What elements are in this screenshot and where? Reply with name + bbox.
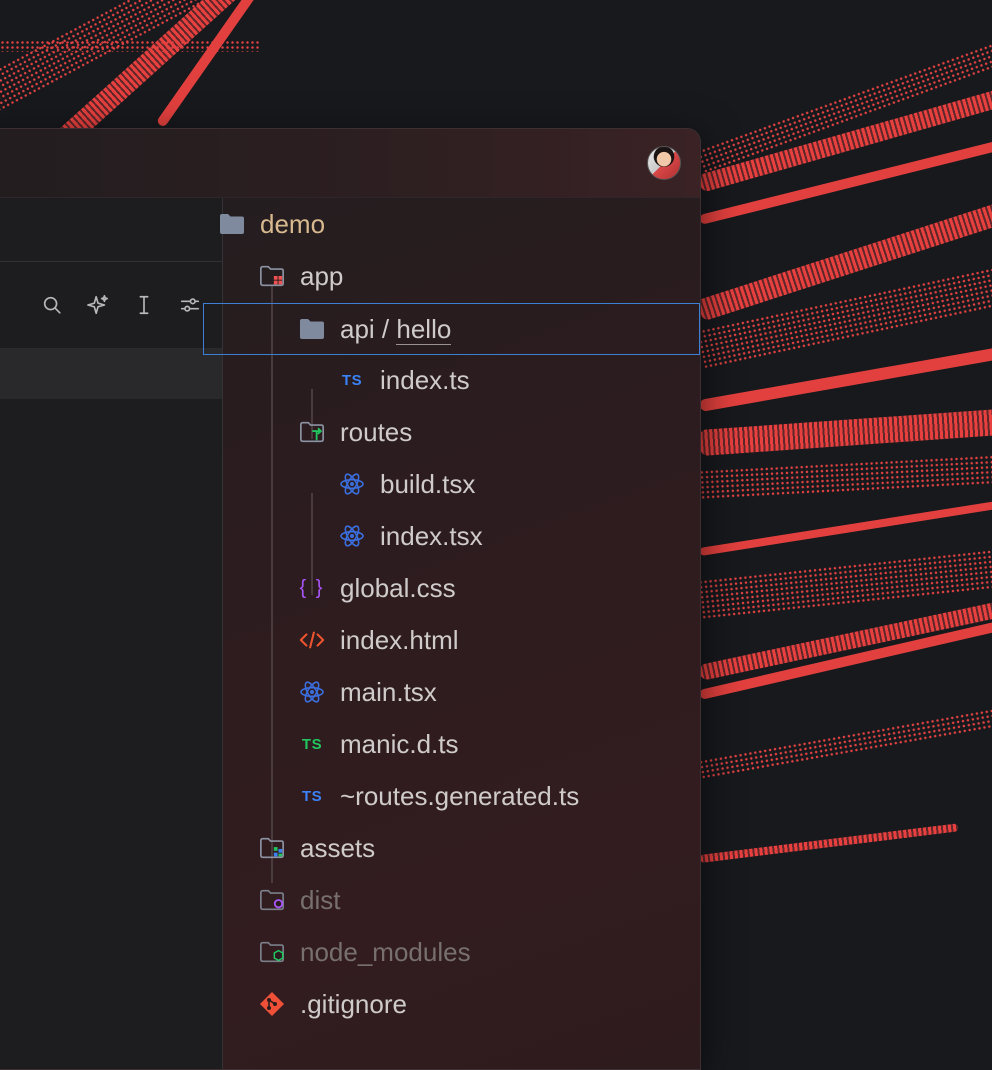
app-folder-icon bbox=[259, 263, 285, 289]
path-prefix: api / bbox=[340, 313, 397, 344]
tree-item-manic-d-ts[interactable]: TS manic.d.ts bbox=[223, 718, 700, 770]
react-icon bbox=[339, 523, 365, 549]
left-panel-header bbox=[0, 198, 222, 262]
git-icon bbox=[259, 991, 285, 1017]
dist-folder-icon bbox=[259, 887, 285, 913]
wallpaper-streak bbox=[699, 823, 959, 863]
file-tree: demo app api / hello TS index.ts routes … bbox=[203, 198, 700, 1069]
tree-item-api-hello[interactable]: api / hello bbox=[203, 303, 700, 355]
user-avatar[interactable] bbox=[647, 146, 681, 180]
html-icon bbox=[299, 627, 325, 653]
tree-item-index-ts[interactable]: TS index.ts bbox=[223, 354, 700, 406]
tree-item-main-tsx[interactable]: main.tsx bbox=[223, 666, 700, 718]
left-panel bbox=[0, 198, 223, 1069]
tree-item-build-tsx[interactable]: build.tsx bbox=[223, 458, 700, 510]
wallpaper-streak bbox=[699, 407, 992, 456]
sparkle-icon bbox=[87, 295, 108, 315]
ai-button[interactable] bbox=[86, 293, 110, 317]
typescript-icon: TS bbox=[301, 787, 323, 805]
tree-item-gitignore[interactable]: .gitignore bbox=[223, 978, 700, 1030]
search-button[interactable] bbox=[40, 293, 64, 317]
typescript-def-icon: TS bbox=[301, 735, 323, 753]
text-cursor-icon bbox=[139, 295, 149, 315]
routes-folder-icon bbox=[299, 419, 325, 445]
wallpaper-streak bbox=[697, 546, 992, 620]
app-window: demo app api / hello TS index.ts routes … bbox=[0, 128, 701, 1070]
node-folder-icon bbox=[259, 939, 285, 965]
react-icon bbox=[339, 471, 365, 497]
assets-folder-icon bbox=[259, 835, 285, 861]
left-panel-toolbar bbox=[0, 262, 222, 349]
react-icon bbox=[299, 679, 325, 705]
tree-item-dist[interactable]: dist bbox=[223, 874, 700, 926]
typescript-icon: TS bbox=[341, 371, 363, 389]
wallpaper-streak bbox=[699, 497, 992, 556]
window-titlebar bbox=[0, 129, 700, 198]
tree-item-index-html[interactable]: index.html bbox=[223, 614, 700, 666]
folder-name: hello bbox=[396, 313, 452, 345]
css-icon: { } bbox=[299, 576, 325, 599]
tree-item-global-css[interactable]: { } global.css bbox=[223, 562, 700, 614]
filter-settings-button[interactable] bbox=[178, 293, 202, 317]
folder-icon bbox=[219, 211, 245, 237]
tree-item-routes-generated-ts[interactable]: TS ~routes.generated.ts bbox=[223, 770, 700, 822]
tree-item-node-modules[interactable]: node_modules bbox=[223, 926, 700, 978]
wallpaper-streak bbox=[699, 453, 992, 500]
sliders-icon bbox=[180, 298, 200, 312]
tree-item-routes[interactable]: routes bbox=[223, 406, 700, 458]
tree-item-index-tsx[interactable]: index.tsx bbox=[223, 510, 700, 562]
tree-item-assets[interactable]: assets bbox=[223, 822, 700, 874]
tree-item-demo[interactable]: demo bbox=[220, 198, 700, 250]
wallpaper-streak bbox=[695, 263, 992, 370]
tree-item-app[interactable]: app bbox=[223, 250, 700, 302]
folder-icon bbox=[299, 316, 325, 342]
search-icon bbox=[43, 296, 61, 314]
left-panel-selected-row[interactable] bbox=[0, 349, 222, 399]
text-cursor-button[interactable] bbox=[132, 293, 156, 317]
wallpaper-streak bbox=[698, 704, 992, 780]
